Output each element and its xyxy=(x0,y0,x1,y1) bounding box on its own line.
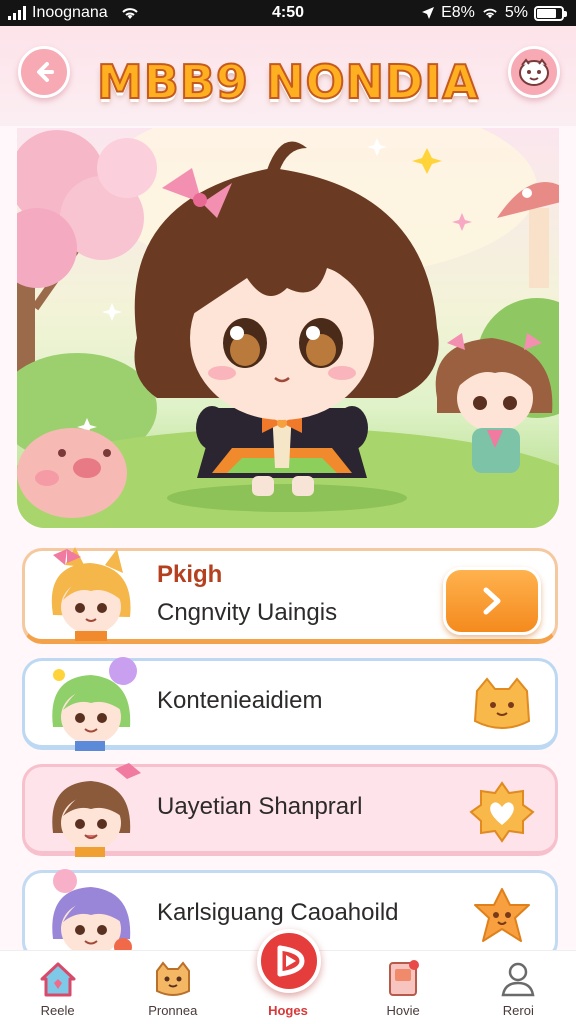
status-time: 4:50 xyxy=(271,4,305,21)
signal-percent: 5% xyxy=(504,4,528,21)
tab-hovie[interactable]: Hovie xyxy=(353,957,453,1018)
card-title: Pkigh xyxy=(157,561,223,588)
back-arrow-icon xyxy=(37,62,54,82)
battery-percent: E8% xyxy=(441,4,475,21)
avatar-fox-girl xyxy=(51,547,131,641)
card-label: Kontenieaidiem xyxy=(157,687,323,714)
play-icon xyxy=(277,945,305,977)
card-text: Uayetian Shanprarl xyxy=(157,793,445,821)
tab-reroi[interactable]: Reroi xyxy=(468,957,568,1018)
card-label: Uayetian Shanprarl xyxy=(157,793,363,820)
carrier-name: Inoognana xyxy=(32,4,108,21)
hero-scene xyxy=(17,128,559,528)
menu-card-3[interactable]: Uayetian Shanprarl xyxy=(22,763,558,857)
tab-pronnea[interactable]: Pronnea xyxy=(123,957,223,1018)
house-icon xyxy=(40,962,76,997)
menu-card-2[interactable]: Kontenieaidiem xyxy=(22,657,558,751)
battery-icon xyxy=(534,5,567,21)
center-play-button[interactable] xyxy=(257,929,321,993)
star-badge-icon[interactable] xyxy=(469,885,535,949)
avatar-purple-hair-girl xyxy=(52,869,132,963)
status-left: Inoognana xyxy=(8,4,140,22)
tab-home[interactable]: Reele xyxy=(8,957,108,1018)
avatar-brown-hair-girl xyxy=(52,763,141,857)
app-title: MBB9 NONDIA xyxy=(96,54,479,110)
go-button[interactable] xyxy=(443,567,541,635)
wifi-icon xyxy=(483,8,497,19)
card-text: Karlsiguang Caoahoild xyxy=(157,899,445,927)
wifi-icon xyxy=(121,8,138,19)
person-icon xyxy=(501,962,535,997)
header: MBB9 NONDIA xyxy=(0,26,576,126)
cat-badge-icon[interactable] xyxy=(469,673,535,737)
card-subtitle: Cngnvity Uaingis xyxy=(157,599,338,626)
status-right: E8% 5% xyxy=(421,4,567,22)
signal-icon xyxy=(8,6,26,20)
chevron-right-icon xyxy=(483,587,501,615)
location-arrow-icon xyxy=(422,7,435,19)
tab-label: Reroi xyxy=(502,1003,534,1018)
pink-creature xyxy=(17,428,127,518)
menu-card-1[interactable]: Pkigh Cngnvity Uaingis xyxy=(22,547,558,644)
card-label: Karlsiguang Caoahoild xyxy=(157,899,399,926)
status-bar: Inoognana 4:50 E8% 5% xyxy=(0,0,576,26)
tab-label: Reele xyxy=(40,1003,75,1018)
avatar-green-hair-girl xyxy=(52,657,137,751)
hero-illustration xyxy=(17,128,559,528)
tab-label: Pronnea xyxy=(148,1003,198,1018)
card-text: Kontenieaidiem xyxy=(157,687,445,715)
heart-badge-icon[interactable] xyxy=(469,779,535,843)
tab-label: Hovie xyxy=(386,1003,420,1018)
cat-icon xyxy=(155,961,190,996)
tab-label: Hoges xyxy=(268,1003,308,1018)
card-text: Pkigh Cngnvity Uaingis xyxy=(157,561,445,627)
back-button[interactable] xyxy=(18,46,70,98)
face-icon xyxy=(519,58,549,86)
profile-button[interactable] xyxy=(508,46,560,98)
battery-fill xyxy=(537,8,557,18)
menu-list: Pkigh Cngnvity Uaingis Kontenieaidiem Ua… xyxy=(22,547,558,969)
tab-hoges[interactable]: Hoges xyxy=(238,929,338,1018)
book-icon xyxy=(389,960,420,996)
tab-bar: Reele Pronnea Hoges Hovie Reroi xyxy=(0,929,576,1024)
